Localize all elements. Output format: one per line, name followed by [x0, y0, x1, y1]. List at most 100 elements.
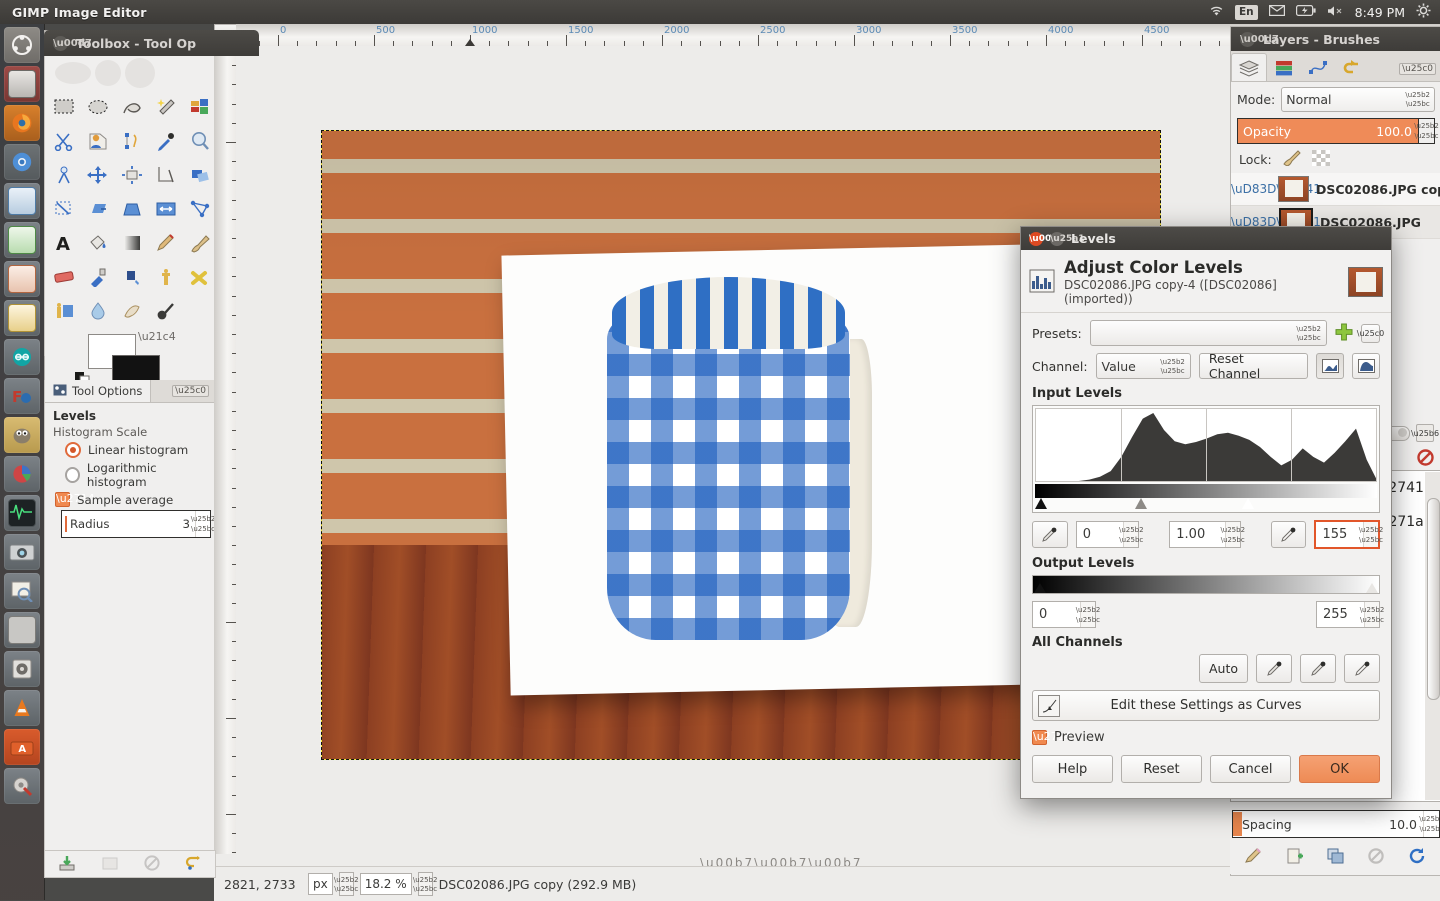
refresh-brushes-icon[interactable] — [1409, 847, 1426, 867]
channels-tab[interactable] — [1267, 54, 1301, 81]
output-low-field[interactable]: 0 \u25b2 \u25bc — [1032, 601, 1100, 628]
preview-checkbox[interactable]: \u2714 Preview — [1032, 730, 1380, 745]
radio-linear-histogram[interactable]: Linear histogram — [65, 442, 207, 458]
tool-options-tabbar[interactable]: Tool Options \u25c0 — [45, 380, 215, 403]
output-high-field[interactable]: 255 \u25b2 \u25bc — [1316, 601, 1384, 628]
blur-sharpen-tool[interactable] — [81, 294, 115, 328]
launcher-item-image-viewer[interactable] — [4, 573, 40, 609]
zoom-stepper[interactable]: \u25b2 \u25bc — [413, 872, 437, 896]
scissors-select-tool[interactable] — [47, 124, 81, 158]
tab-tool-options[interactable]: Tool Options — [45, 380, 152, 402]
unit-stepper[interactable]: \u25b2 \u25bc — [334, 872, 359, 896]
reset-channel-button[interactable]: Reset Channel — [1198, 351, 1309, 381]
close-icon[interactable]: \u00d7 — [1029, 231, 1064, 246]
new-brush-icon[interactable] — [1287, 848, 1303, 867]
layer-visibility-icon[interactable]: \uD83D\uDC41 — [1231, 182, 1321, 196]
launcher-item-libreoffice-calc[interactable] — [4, 222, 40, 258]
paths-tool[interactable] — [115, 124, 149, 158]
crop-tool[interactable] — [149, 158, 183, 192]
text-tool[interactable]: A — [47, 226, 81, 260]
table-row[interactable]: \uD83D\uDC41 DSC02086.JPG cop — [1231, 173, 1440, 206]
launcher-item-libreoffice-impress[interactable] — [4, 261, 40, 297]
spacing-stepper[interactable]: \u25b2\u25bc — [1419, 811, 1440, 837]
measure-tool[interactable] — [47, 158, 81, 192]
keyboard-layout-indicator[interactable]: En — [1234, 4, 1258, 20]
launcher-item-arduino[interactable] — [4, 339, 40, 375]
alignment-tool[interactable] — [115, 158, 149, 192]
edit-brush-icon[interactable] — [1244, 847, 1262, 867]
launcher-item-camera[interactable] — [4, 534, 40, 570]
black-point-picker[interactable] — [1032, 521, 1068, 548]
perspective-tool[interactable] — [115, 192, 149, 226]
select-by-color-tool[interactable] — [183, 90, 217, 124]
gear-icon[interactable] — [1416, 3, 1431, 21]
black-point-handle[interactable] — [1035, 498, 1047, 509]
radius-spinner[interactable]: Radius 3 \u25b2 \u25bc — [61, 510, 215, 538]
clock[interactable]: 8:49 PM — [1355, 5, 1405, 20]
scrollbar-thumb[interactable] — [1427, 498, 1440, 700]
launcher-item-fritzing[interactable]: F — [4, 378, 40, 414]
airbrush-tool[interactable] — [81, 260, 115, 294]
launcher-item-libreoffice-writer[interactable] — [4, 300, 40, 336]
cancel-button[interactable]: Cancel — [1210, 755, 1291, 783]
radio-logarithmic-histogram[interactable]: Logarithmic histogram — [65, 461, 207, 489]
input-gamma-field[interactable]: 1.00 \u25b2 \u25bc — [1169, 521, 1245, 548]
white-point-picker[interactable] — [1270, 521, 1307, 548]
cage-transform-tool[interactable] — [183, 192, 217, 226]
output-low-handle[interactable] — [1034, 583, 1046, 593]
input-level-handles[interactable] — [1035, 498, 1377, 510]
save-icon[interactable] — [58, 855, 76, 874]
undo-icon[interactable] — [185, 855, 203, 874]
pencil-tool[interactable] — [149, 226, 183, 260]
layer-opacity-slider[interactable]: Opacity 100.0 \u25b2 \u25bc — [1237, 118, 1439, 144]
lock-pixels-icon[interactable] — [1282, 150, 1302, 169]
close-icon[interactable]: \u00d7 — [53, 35, 92, 51]
help-button[interactable]: Help — [1032, 755, 1113, 783]
launcher-item-files-nautilus[interactable] — [4, 66, 40, 102]
wifi-icon[interactable] — [1209, 5, 1224, 20]
input-high-stepper[interactable]: \u25b2 \u25bc — [1359, 522, 1383, 547]
ok-button[interactable]: OK — [1299, 755, 1380, 783]
layers-dock-tabbar[interactable]: \u25c0 — [1231, 51, 1440, 82]
scale-tool[interactable] — [47, 192, 81, 226]
flip-tool[interactable] — [149, 192, 183, 226]
edit-as-curves-button[interactable]: Edit these Settings as Curves — [1032, 690, 1380, 721]
zoom-level[interactable]: 18.2 % — [359, 873, 412, 895]
battery-icon[interactable] — [1295, 5, 1316, 19]
brush-buttons-row[interactable] — [1232, 842, 1438, 872]
ellipse-select-tool[interactable] — [81, 90, 115, 124]
delete-icon[interactable] — [1417, 449, 1434, 469]
plus-icon[interactable] — [1335, 323, 1353, 344]
levels-titlebar[interactable]: \u00d7 \u25a1 Levels — [1021, 227, 1391, 250]
unity-launcher[interactable]: F A — [0, 24, 45, 900]
duplicate-brush-icon[interactable] — [1327, 848, 1344, 867]
presets-select[interactable]: \u25b2 \u25bc — [1089, 320, 1327, 346]
dodge-burn-tool[interactable] — [149, 294, 183, 328]
smudge-tool[interactable] — [115, 294, 149, 328]
radius-stepper[interactable]: \u25b2 \u25bc — [191, 511, 215, 537]
launcher-item-libreoffice-draw[interactable] — [4, 183, 40, 219]
close-icon[interactable]: \u00d7 — [1240, 31, 1279, 47]
black-point-picker-all[interactable] — [1256, 654, 1292, 683]
clone-tool[interactable] — [149, 260, 183, 294]
launcher-item-vlc[interactable] — [4, 690, 40, 726]
unit-selector[interactable]: px — [308, 873, 333, 895]
volume-muted-icon[interactable] — [1327, 5, 1344, 20]
input-high-field[interactable]: 155 \u25b2 \u25bc — [1314, 520, 1383, 549]
output-low-stepper[interactable]: \u25b2 \u25bc — [1076, 602, 1100, 627]
output-high-stepper[interactable]: \u25b2 \u25bc — [1360, 602, 1384, 627]
reset-button[interactable]: Reset — [1121, 755, 1202, 783]
blend-tool[interactable] — [115, 226, 149, 260]
channel-select[interactable]: Value \u25b2 \u25bc — [1095, 353, 1191, 379]
linear-histogram-icon[interactable] — [1316, 353, 1345, 379]
auto-button[interactable]: Auto — [1198, 654, 1248, 683]
launcher-item-calculator[interactable] — [4, 612, 40, 648]
zoom-tool[interactable] — [183, 124, 217, 158]
output-high-handle[interactable] — [1366, 583, 1378, 593]
launcher-item-charts[interactable] — [4, 456, 40, 492]
input-histogram-widget[interactable] — [1032, 405, 1380, 513]
perspective-clone-tool[interactable] — [47, 294, 81, 328]
brush-spacing-field[interactable]: Spacing 10.0 \u25b2\u25bc — [1232, 810, 1440, 838]
launcher-item-toolbox-app[interactable]: A — [4, 729, 40, 765]
collapse-dock-icon[interactable]: \u25c0 — [1399, 63, 1436, 75]
